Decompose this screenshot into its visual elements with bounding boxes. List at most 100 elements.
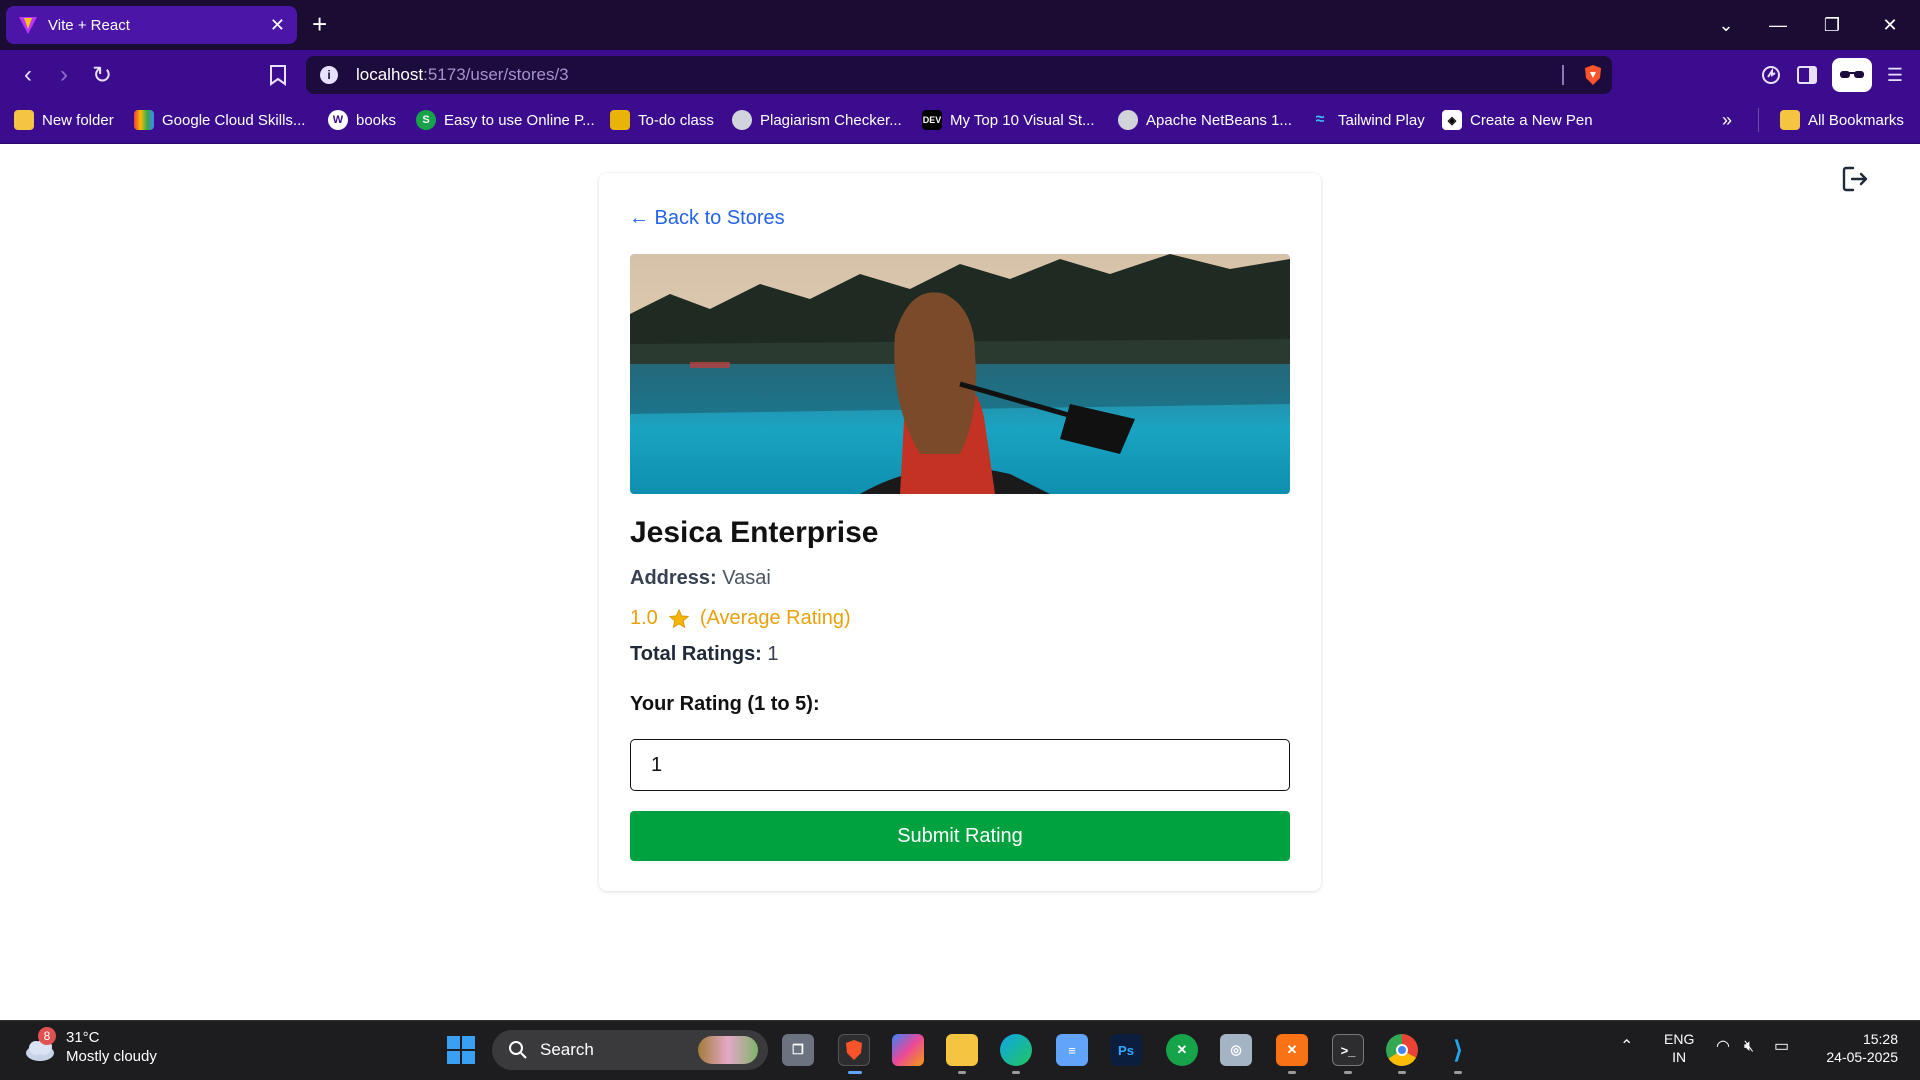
app-icon[interactable]: ◎ bbox=[1220, 1034, 1252, 1066]
wifi-icon[interactable]: ◠ bbox=[1716, 1038, 1730, 1056]
s-icon: S bbox=[416, 110, 436, 130]
weather-temp: 31°C bbox=[66, 1029, 100, 1046]
bookmark-page-icon[interactable] bbox=[262, 59, 294, 91]
logout-icon[interactable] bbox=[1840, 164, 1870, 194]
file-explorer-icon[interactable] bbox=[946, 1034, 978, 1066]
search-label: Search bbox=[540, 1040, 594, 1059]
address-bar[interactable]: i localhost:5173/user/stores/3 bbox=[306, 56, 1612, 94]
your-rating-label: Your Rating (1 to 5): bbox=[630, 693, 820, 715]
windows-start-icon[interactable] bbox=[446, 1035, 476, 1065]
bookmark-item[interactable]: New folder bbox=[14, 108, 114, 132]
wordpress-icon: W bbox=[328, 110, 348, 130]
copilot-icon[interactable] bbox=[892, 1034, 924, 1066]
wallet-icon[interactable] bbox=[1832, 58, 1872, 92]
codepen-icon: ◈ bbox=[1442, 110, 1462, 130]
bookmark-item[interactable]: To-do class bbox=[610, 108, 714, 132]
taskbar-search[interactable]: Search bbox=[492, 1030, 768, 1070]
forward-icon[interactable]: › bbox=[48, 59, 80, 91]
weather-widget[interactable]: 8 31°C Mostly cloudy bbox=[22, 1027, 157, 1066]
reload-icon[interactable]: ↻ bbox=[86, 59, 118, 91]
terminal-indicator bbox=[1344, 1071, 1352, 1074]
volume-muted-icon[interactable]: 🔇︎ bbox=[1744, 1038, 1754, 1056]
address-value: Vasai bbox=[722, 567, 771, 589]
all-bookmarks[interactable]: All Bookmarks bbox=[1780, 108, 1904, 132]
edge-indicator bbox=[1012, 1071, 1020, 1074]
dev-icon: DEV bbox=[922, 110, 942, 130]
vscode-indicator bbox=[1454, 1071, 1462, 1074]
restore-icon[interactable]: ❐ bbox=[1810, 0, 1854, 50]
brave-active-indicator bbox=[848, 1071, 862, 1074]
folder-icon bbox=[14, 110, 34, 130]
star-icon bbox=[668, 608, 690, 628]
close-window-icon[interactable]: ✕ bbox=[1868, 0, 1912, 50]
battery-icon[interactable]: ▭ bbox=[1774, 1038, 1789, 1056]
terminal-icon[interactable]: >_ bbox=[1332, 1034, 1364, 1066]
average-rating-label: (Average Rating) bbox=[699, 607, 851, 629]
browser-tab[interactable]: Vite + React ✕ bbox=[6, 6, 297, 44]
search-icon bbox=[509, 1041, 527, 1059]
edge-icon[interactable] bbox=[1000, 1034, 1032, 1066]
chrome-icon[interactable] bbox=[1386, 1034, 1418, 1066]
vscode-icon[interactable]: ⟩ bbox=[1442, 1034, 1474, 1066]
store-address: Address: Vasai bbox=[630, 567, 771, 590]
rating-input[interactable] bbox=[630, 739, 1290, 791]
bookmark-item[interactable]: Plagiarism Checker... bbox=[732, 108, 902, 132]
bookmark-item[interactable]: ◈ Create a New Pen bbox=[1442, 108, 1593, 132]
xampp-indicator bbox=[1288, 1071, 1296, 1074]
tab-search-icon[interactable]: ⌄ bbox=[1704, 0, 1748, 50]
menu-icon[interactable]: ☰ bbox=[1880, 60, 1910, 90]
back-icon[interactable]: ‹ bbox=[12, 59, 44, 91]
brave-icon[interactable] bbox=[838, 1034, 870, 1066]
show-hidden-icons-icon[interactable]: ⌃ bbox=[1620, 1038, 1633, 1056]
google-cloud-icon bbox=[134, 110, 154, 130]
vite-icon bbox=[19, 17, 37, 34]
language-indicator[interactable]: ENG IN bbox=[1664, 1030, 1694, 1066]
url-separator bbox=[1562, 65, 1564, 85]
brave-shield-icon[interactable] bbox=[1582, 64, 1604, 86]
chrome-indicator bbox=[1398, 1071, 1406, 1074]
photoshop-icon[interactable]: Ps bbox=[1110, 1034, 1142, 1066]
xampp-icon[interactable]: ✕ bbox=[1276, 1034, 1308, 1066]
total-ratings: Total Ratings: 1 bbox=[630, 643, 779, 666]
lake-canoe-image bbox=[630, 254, 1290, 494]
bookmark-divider bbox=[1758, 108, 1759, 132]
bookmark-item[interactable]: Apache NetBeans 1... bbox=[1118, 108, 1292, 132]
todo-icon bbox=[610, 110, 630, 130]
bookmark-item[interactable]: Google Cloud Skills... bbox=[134, 108, 305, 132]
folder-icon bbox=[1780, 110, 1800, 130]
xbox-icon[interactable]: ✕ bbox=[1166, 1034, 1198, 1066]
notepad-icon[interactable]: ≡ bbox=[1056, 1034, 1088, 1066]
more-bookmarks-icon[interactable]: » bbox=[1722, 108, 1732, 132]
tailwind-icon: ≈ bbox=[1315, 111, 1325, 128]
weather-desc: Mostly cloudy bbox=[66, 1048, 157, 1065]
task-view-icon[interactable]: ❐ bbox=[782, 1034, 814, 1066]
tab-close-icon[interactable]: ✕ bbox=[270, 15, 285, 36]
tab-title: Vite + React bbox=[48, 16, 130, 34]
minimize-icon[interactable]: — bbox=[1756, 0, 1800, 50]
store-name: Jesica Enterprise bbox=[630, 516, 879, 549]
average-rating: 1.0 (Average Rating) bbox=[630, 607, 851, 630]
globe-icon bbox=[1118, 110, 1138, 130]
leo-ai-icon[interactable] bbox=[1756, 60, 1786, 90]
average-rating-value: 1.0 bbox=[630, 607, 658, 629]
cloud-icon: 8 bbox=[22, 1027, 58, 1065]
address-label: Address: bbox=[630, 567, 717, 589]
bookmark-item[interactable]: W books bbox=[328, 108, 396, 132]
search-highlight-icon bbox=[698, 1036, 758, 1064]
total-ratings-label: Total Ratings: bbox=[630, 643, 762, 665]
new-tab-button[interactable]: + bbox=[312, 8, 327, 40]
site-info-icon[interactable]: i bbox=[320, 66, 338, 84]
sidebar-icon[interactable] bbox=[1792, 60, 1822, 90]
bookmark-item[interactable]: DEV My Top 10 Visual St... bbox=[922, 108, 1095, 132]
url-text[interactable]: localhost:5173/user/stores/3 bbox=[356, 65, 569, 85]
bookmark-item[interactable]: ≈ Tailwind Play bbox=[1310, 108, 1425, 132]
globe-icon bbox=[732, 110, 752, 130]
clock[interactable]: 15:28 24-05-2025 bbox=[1812, 1030, 1898, 1066]
weather-badge: 8 bbox=[38, 1027, 56, 1045]
submit-rating-button[interactable]: Submit Rating bbox=[630, 811, 1290, 861]
bookmark-item[interactable]: S Easy to use Online P... bbox=[416, 108, 595, 132]
total-ratings-value: 1 bbox=[767, 643, 779, 665]
back-to-stores-link[interactable]: ← Back to Stores bbox=[629, 207, 785, 230]
store-image bbox=[630, 254, 1290, 494]
tab-bar: Vite + React ✕ + ⌄ — ❐ ✕ bbox=[0, 0, 1920, 50]
